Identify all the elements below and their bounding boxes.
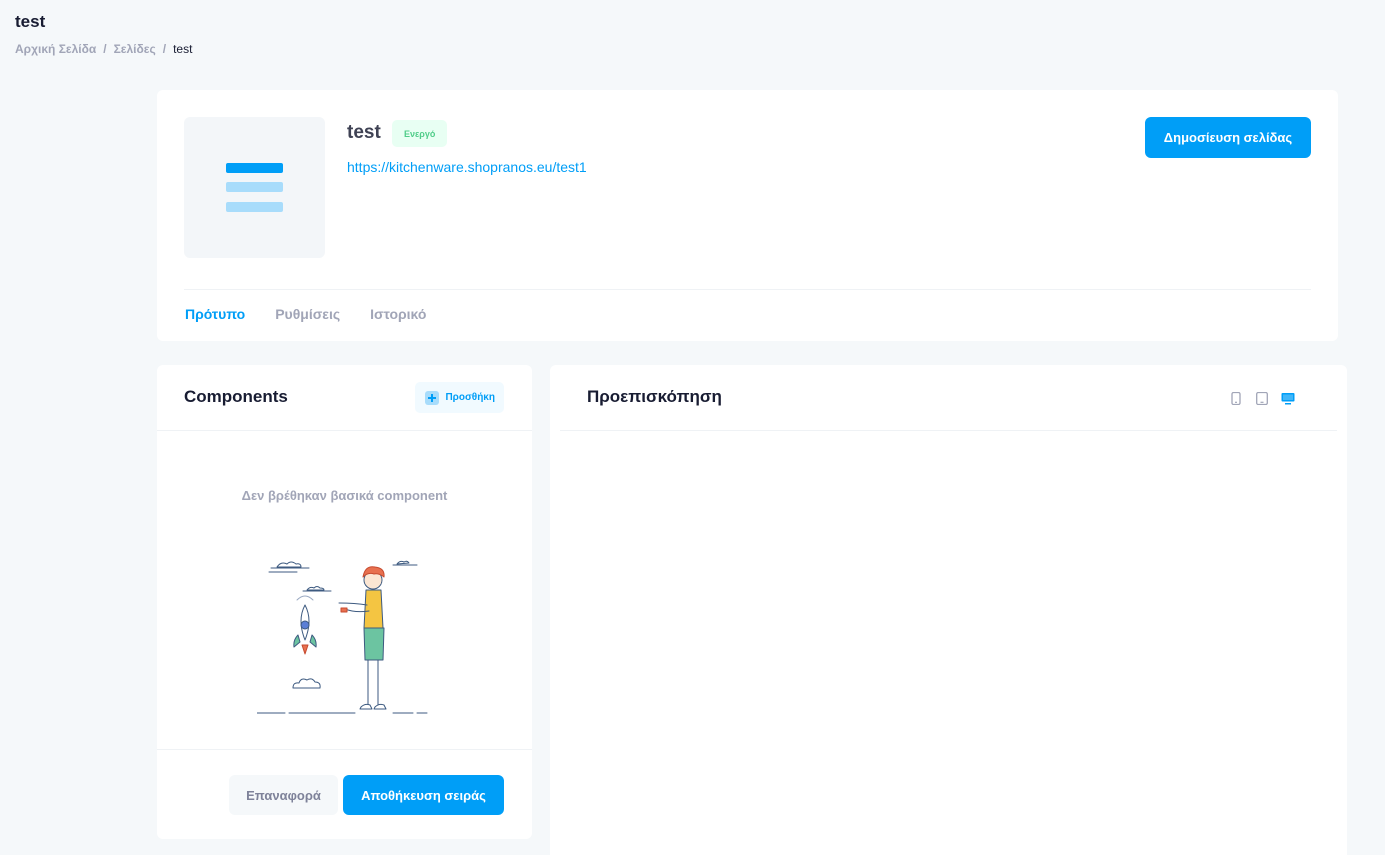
breadcrumb: Αρχική Σελίδα / Σελίδες / test	[15, 42, 192, 56]
reset-button[interactable]: Επαναφορά	[229, 775, 338, 815]
tab-template[interactable]: Πρότυπο	[185, 306, 245, 322]
save-order-button[interactable]: Αποθήκευση σειράς	[343, 775, 504, 815]
page-thumbnail	[184, 117, 325, 258]
status-badge: Ενεργό	[392, 120, 448, 147]
preview-card: Προεπισκόπηση	[550, 365, 1347, 855]
tab-history[interactable]: Ιστορικό	[370, 306, 426, 322]
preview-divider	[560, 430, 1337, 431]
tab-settings[interactable]: Ρυθμίσεις	[275, 306, 340, 322]
components-title: Components	[184, 387, 288, 406]
empty-state-message: Δεν βρέθηκαν βασικά component	[241, 488, 448, 503]
preview-title: Προεπισκόπηση	[587, 387, 722, 406]
page-header-card: test Ενεργό https://kitchenware.shoprano…	[157, 90, 1338, 341]
empty-state-illustration	[257, 560, 428, 714]
thumbnail-line	[226, 202, 283, 212]
breadcrumb-home[interactable]: Αρχική Σελίδα	[15, 42, 96, 56]
components-card: Components Προσθήκη Δεν βρέθηκαν βασικά …	[157, 365, 532, 839]
device-switcher	[1229, 391, 1295, 405]
page-name: test	[347, 122, 381, 143]
header-divider	[184, 289, 1311, 290]
plus-icon	[425, 390, 440, 405]
page-tabs: Πρότυπο Ρυθμίσεις Ιστορικό	[185, 306, 426, 322]
breadcrumb-pages[interactable]: Σελίδες	[114, 42, 156, 56]
add-component-button[interactable]: Προσθήκη	[415, 382, 504, 413]
breadcrumb-current: test	[173, 42, 193, 56]
page-title: test	[15, 12, 46, 31]
page-url-link[interactable]: https://kitchenware.shopranos.eu/test1	[347, 159, 587, 175]
add-component-label: Προσθήκη	[445, 392, 495, 403]
breadcrumb-separator: /	[162, 42, 167, 56]
components-footer-divider	[157, 749, 532, 750]
breadcrumb-separator: /	[103, 42, 107, 56]
publish-page-button[interactable]: Δημοσίευση σελίδας	[1145, 117, 1311, 158]
desktop-icon[interactable]	[1281, 391, 1295, 405]
tablet-icon[interactable]	[1255, 391, 1269, 405]
components-divider	[157, 430, 532, 431]
thumbnail-line	[226, 182, 283, 192]
thumbnail-line	[226, 163, 283, 173]
mobile-icon[interactable]	[1229, 391, 1243, 405]
